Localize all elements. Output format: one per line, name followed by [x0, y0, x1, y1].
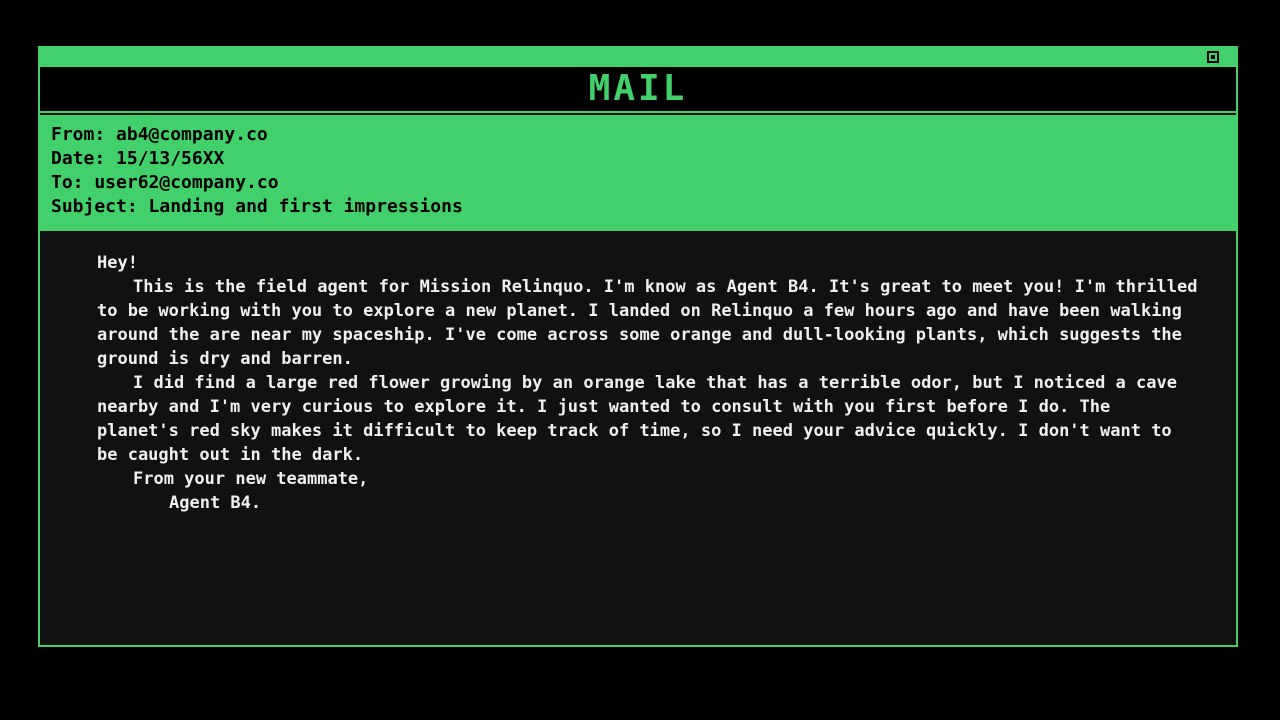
paragraph-2-text: I did find a large red flower growing by…	[97, 373, 1188, 465]
signoff: From your new teammate,	[133, 469, 369, 489]
paragraph-1: This is the field agent for Mission Reli…	[97, 275, 1198, 371]
window-titlebar[interactable]	[40, 48, 1236, 67]
close-square-icon[interactable]	[1207, 51, 1219, 63]
mail-body[interactable]: Hey! This is the field agent for Mission…	[40, 231, 1236, 645]
mail-window: MAIL From: ab4@company.co Date: 15/13/56…	[38, 46, 1238, 647]
paragraph-2: I did find a large red flower growing by…	[97, 371, 1198, 467]
to-field: To: user62@company.co	[51, 172, 279, 193]
subject-field: Subject: Landing and first impressions	[51, 196, 463, 217]
paragraph-1-text: This is the field agent for Mission Reli…	[97, 277, 1208, 369]
greeting: Hey!	[97, 253, 138, 273]
from-field: From: ab4@company.co	[51, 124, 268, 145]
mail-header: From: ab4@company.co Date: 15/13/56XX To…	[40, 115, 1236, 231]
signature: Agent B4.	[169, 493, 262, 513]
window-title: MAIL	[588, 68, 688, 109]
date-field: Date: 15/13/56XX	[51, 148, 225, 169]
title-area: MAIL	[40, 67, 1236, 113]
